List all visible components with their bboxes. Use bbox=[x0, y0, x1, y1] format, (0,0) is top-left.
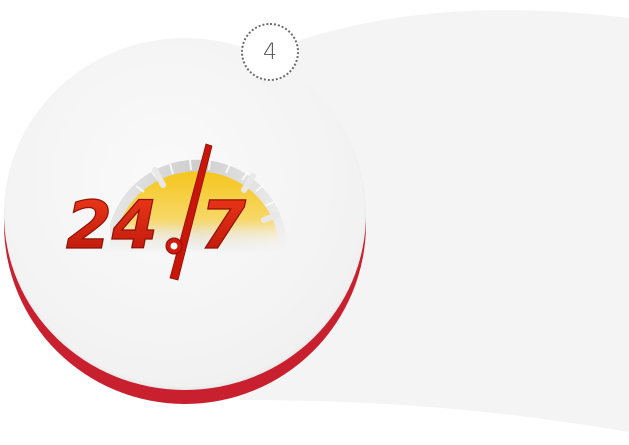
stopwatch-24-7-icon: 24 7 bbox=[65, 143, 300, 281]
step-number-badge: 4 bbox=[241, 23, 299, 81]
step-card: 24 7 4 bbox=[0, 0, 629, 445]
logo-days-text: 7 bbox=[200, 187, 246, 264]
logo-hours-text: 24 bbox=[66, 187, 158, 264]
step-number: 4 bbox=[263, 39, 277, 65]
